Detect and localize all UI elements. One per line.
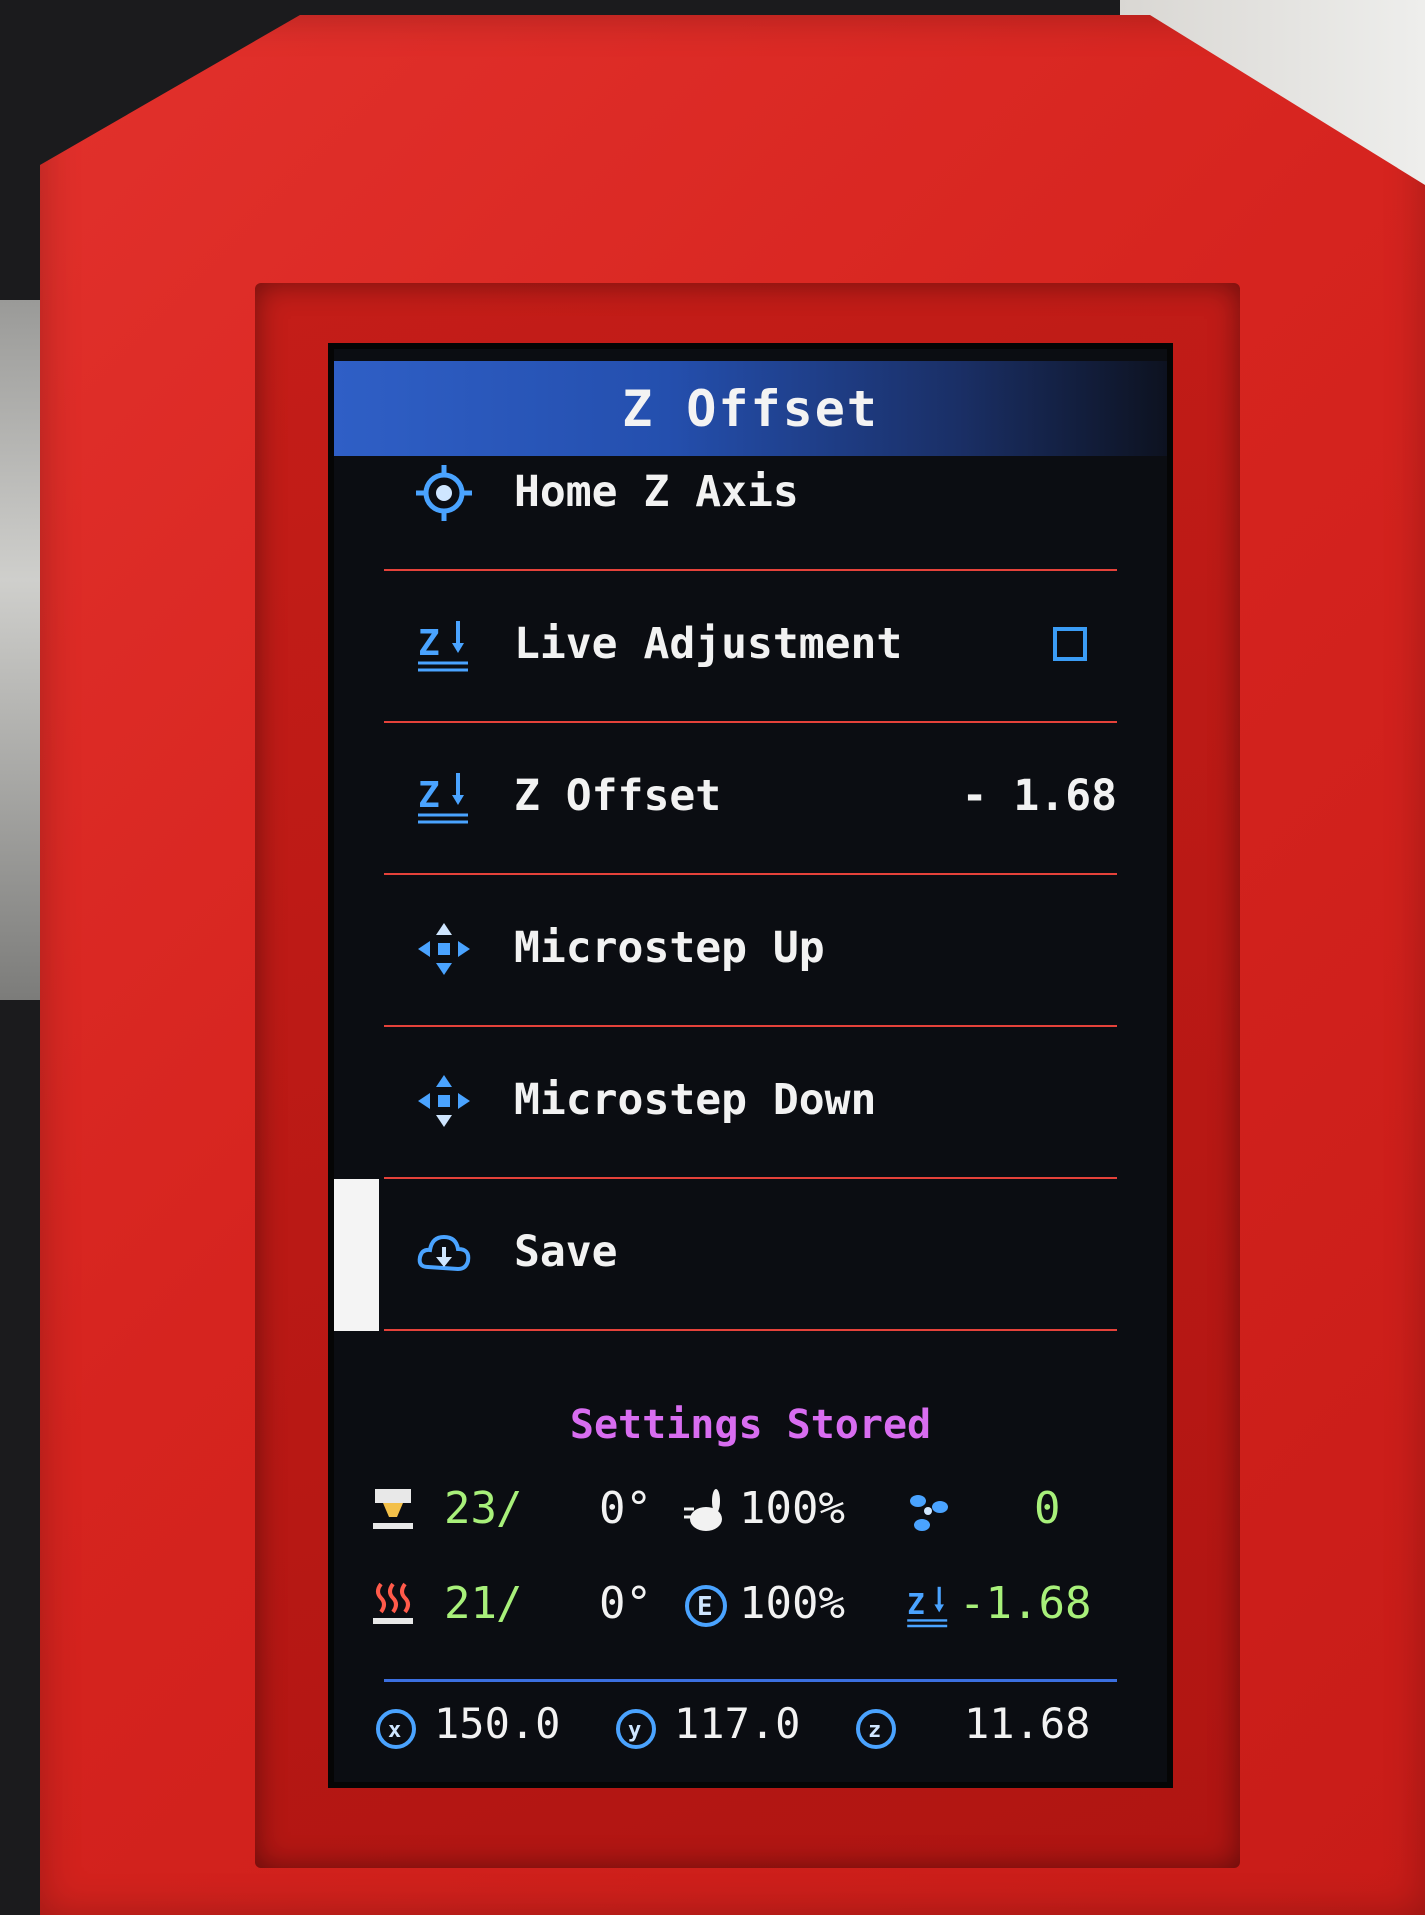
cloud-save-icon [417,1234,471,1272]
z-axis-icon: z [856,1709,896,1749]
heated-bed-icon [373,1582,413,1624]
menu-item-home-z-axis[interactable]: Home Z Axis [334,419,1167,571]
lcd-screen: Z Offset Home Z Axis Z Live Adjustment Z [328,343,1173,1788]
speed-percent: 100% [739,1483,845,1534]
menu-item-label: Microstep Down [514,1075,877,1125]
menu-item-label: Live Adjustment [514,619,903,669]
menu-item-label: Save [514,1227,618,1277]
hotend-icon [373,1489,413,1529]
live-adjustment-checkbox[interactable] [1053,627,1087,661]
svg-text:Z: Z [418,623,440,664]
flow-percent: 100% [739,1578,845,1629]
status-row-bed: 21 / 0° E 100% Z -1.68 [334,1574,1167,1644]
move-arrows-icon [418,923,470,975]
svg-text:Z: Z [418,775,440,816]
svg-text:Z: Z [907,1587,924,1621]
menu-item-live-adjustment[interactable]: Z Live Adjustment [334,571,1167,723]
hotend-current-temp: 23 [444,1483,497,1534]
hotend-target-temp: 0° [599,1483,652,1534]
bed-current-temp: 21 [444,1578,497,1629]
temp-separator: / [496,1578,523,1629]
x-coordinate-value: 150.0 [434,1699,561,1748]
status-zoffset-value: -1.68 [959,1578,1092,1629]
temp-separator: / [496,1483,523,1534]
svg-text:z: z [868,1718,881,1743]
svg-text:x: x [388,1718,401,1743]
menu-item-save[interactable]: Save [334,1179,1167,1331]
menu-item-label: Microstep Up [514,923,825,973]
y-axis-icon: y [616,1709,656,1749]
speed-rabbit-icon [684,1489,722,1531]
svg-text:y: y [628,1718,641,1743]
menu-item-z-offset[interactable]: Z Z Offset - 1.68 [334,723,1167,875]
z-offset-icon: Z [418,621,468,672]
status-row-hotend: 23 / 0° 100% 0 [334,1479,1167,1549]
bed-target-temp: 0° [599,1578,652,1629]
menu-item-label: Z Offset [514,771,722,821]
menu-item-microstep-up[interactable]: Microstep Up [334,875,1167,1027]
coords-divider [384,1679,1117,1682]
selection-indicator [334,1179,379,1331]
home-target-icon [416,465,472,521]
z-offset-icon: Z [418,773,468,824]
move-arrows-icon [418,1075,470,1127]
z-coordinate-value: 11.68 [964,1699,1091,1748]
x-axis-icon: x [376,1709,416,1749]
fan-speed-value: 0 [1034,1483,1061,1534]
status-message: Settings Stored [569,1402,932,1448]
z-offset-value: - 1.68 [961,771,1117,821]
svg-text:E: E [697,1592,713,1622]
menu-item-microstep-down[interactable]: Microstep Down [334,1027,1167,1179]
y-coordinate-value: 117.0 [674,1699,801,1748]
divider [384,1329,1117,1331]
extruder-e-icon: E [685,1585,727,1627]
z-offset-icon: Z [907,1586,948,1628]
fan-icon [910,1495,948,1531]
menu-item-label: Home Z Axis [514,467,799,517]
